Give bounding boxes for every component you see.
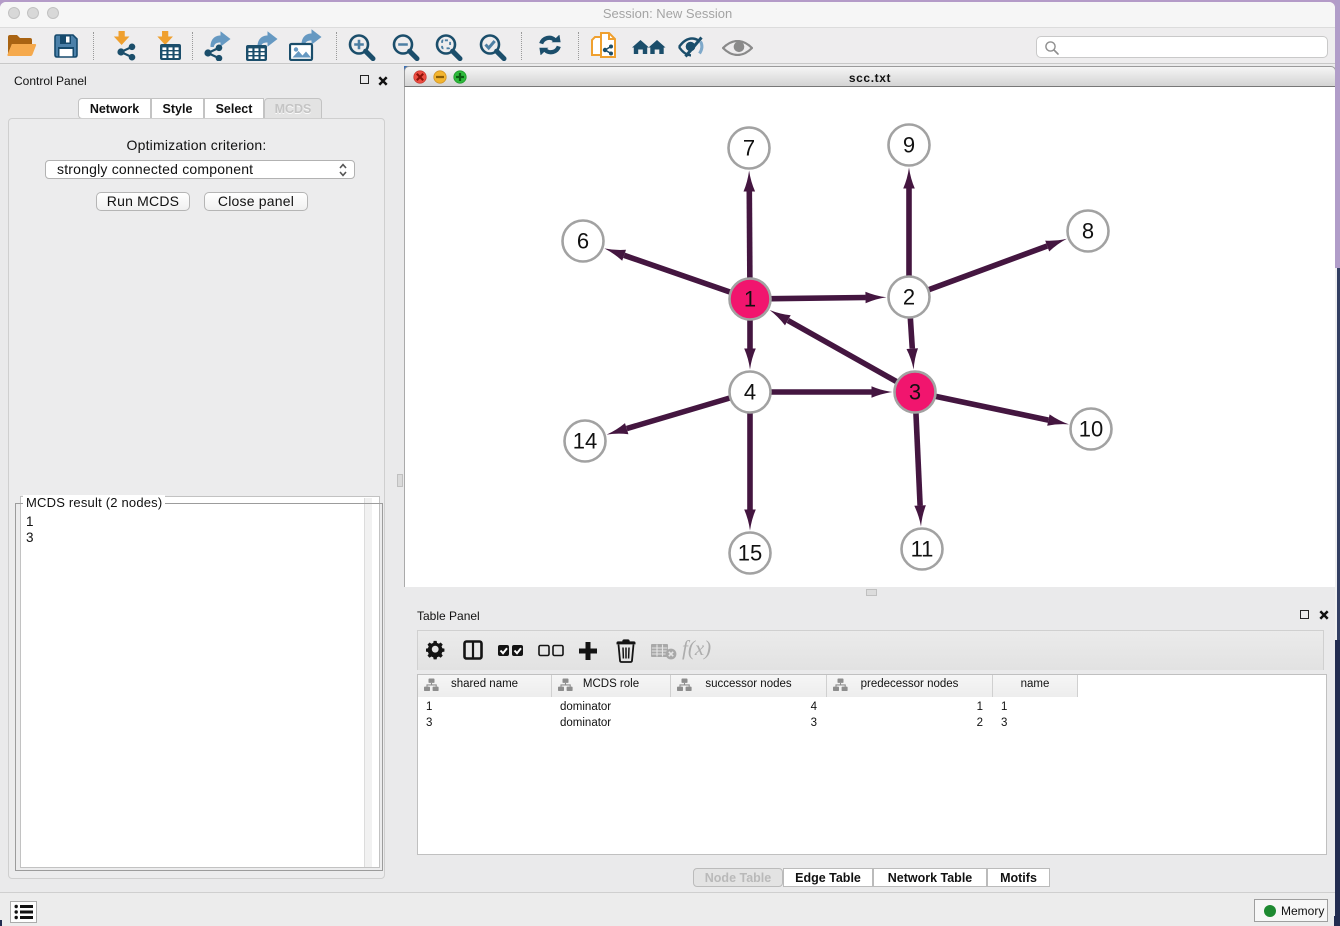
svg-text:7: 7 (743, 136, 755, 161)
svg-text:3: 3 (909, 380, 921, 405)
svg-text:9: 9 (903, 133, 915, 158)
svg-text:2: 2 (903, 285, 915, 310)
svg-text:11: 11 (911, 537, 934, 562)
svg-text:15: 15 (738, 541, 762, 566)
svg-text:10: 10 (1079, 417, 1103, 442)
svg-text:1: 1 (744, 287, 756, 312)
svg-text:8: 8 (1082, 219, 1094, 244)
svg-text:4: 4 (744, 380, 756, 405)
svg-text:6: 6 (577, 229, 589, 254)
svg-text:14: 14 (573, 429, 597, 454)
